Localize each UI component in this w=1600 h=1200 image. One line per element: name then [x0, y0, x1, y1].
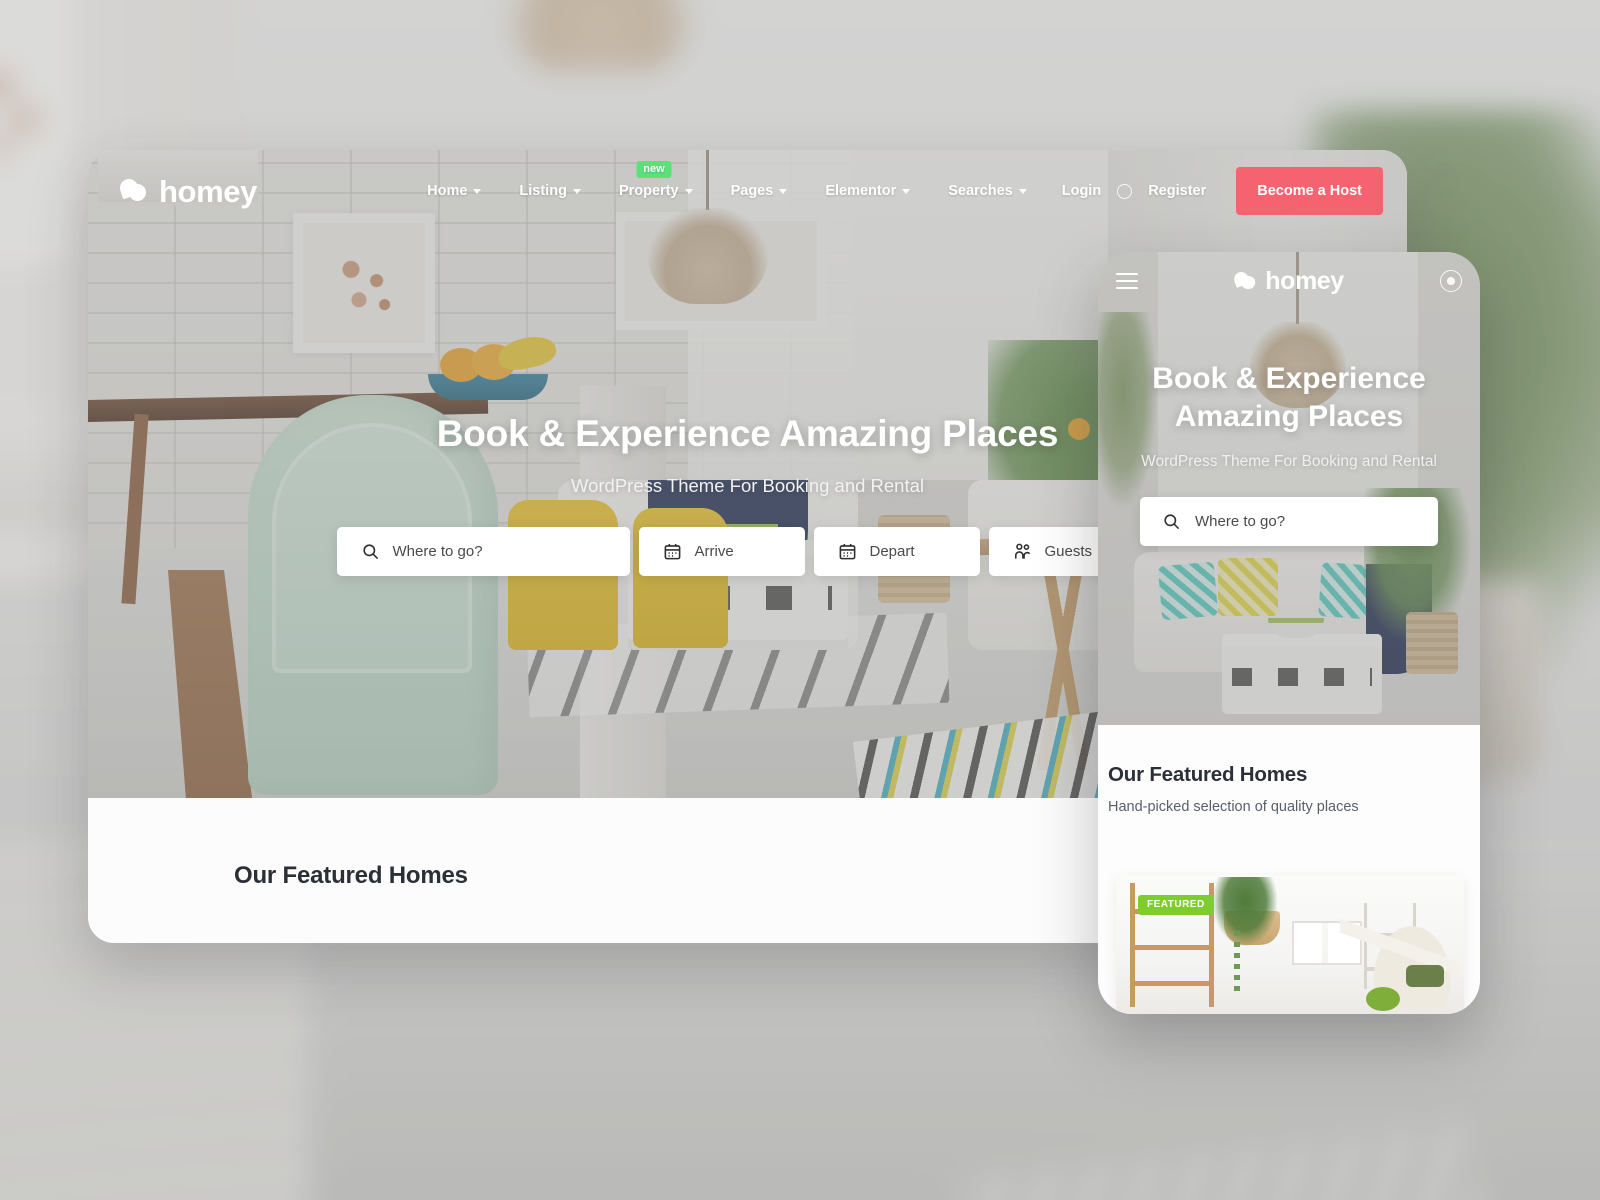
- desktop-hero-subtitle: WordPress Theme For Booking and Rental: [570, 474, 925, 496]
- auth-divider-circle-icon: [1117, 183, 1133, 199]
- nav-item-label: Property: [618, 183, 679, 199]
- search-icon: [362, 543, 378, 559]
- desktop-auth-group: Login Register Become a Host: [1046, 167, 1383, 215]
- mobile-hero-subtitle: WordPress Theme For Booking and Rental: [1141, 452, 1437, 470]
- desktop-logo[interactable]: homey: [117, 173, 257, 209]
- desktop-featured-heading: Our Featured Homes: [234, 862, 468, 889]
- chevron-down-icon: [572, 188, 581, 194]
- hamburger-menu-icon[interactable]: [1116, 273, 1138, 289]
- screenshot-stage: homey Home Listing new Property Pages El…: [0, 0, 1600, 1200]
- nav-item-searches[interactable]: Searches: [929, 183, 1046, 199]
- homey-leaf-logo-icon: [1232, 269, 1258, 292]
- mobile-navbar: homey: [1098, 252, 1480, 310]
- nav-item-home[interactable]: Home: [408, 183, 500, 199]
- search-icon: [1164, 514, 1180, 530]
- mobile-hero-content: Book & Experience Amazing Places WordPre…: [1098, 316, 1480, 547]
- mobile-preview-device: homey Book & Experience Amazing Places W…: [1098, 252, 1480, 1014]
- people-icon: [1014, 543, 1030, 559]
- chevron-down-icon: [779, 188, 788, 194]
- nav-item-label: Listing: [519, 183, 567, 199]
- search-arrive-placeholder: Arrive: [694, 542, 734, 560]
- desktop-search-bar: Where to go? Arrive Depart Guests: [336, 526, 1159, 576]
- desktop-navbar: homey Home Listing new Property Pages El…: [88, 150, 1407, 232]
- mobile-featured-subheading: Hand-picked selection of quality places: [1108, 799, 1359, 815]
- register-link[interactable]: Register: [1132, 183, 1222, 199]
- nav-item-label: Elementor: [825, 183, 897, 199]
- nav-item-property[interactable]: new Property: [600, 161, 712, 199]
- chevron-down-icon: [1018, 188, 1027, 194]
- logo-text: homey: [1265, 266, 1344, 295]
- mobile-featured-heading: Our Featured Homes: [1108, 763, 1308, 786]
- calendar-icon: [839, 543, 855, 559]
- search-where-field[interactable]: Where to go?: [336, 526, 630, 576]
- nav-badge-new: new: [636, 161, 672, 179]
- desktop-hero-title: Book & Experience Amazing Places: [436, 412, 1059, 454]
- mobile-search-where-field[interactable]: Where to go?: [1140, 497, 1438, 547]
- featured-property-card[interactable]: FEATURED: [1116, 875, 1464, 1014]
- search-guests-placeholder: Guests: [1044, 542, 1093, 560]
- chevron-down-icon: [684, 188, 693, 194]
- search-depart-field[interactable]: Depart: [813, 526, 980, 576]
- mobile-logo[interactable]: homey: [1232, 266, 1344, 295]
- nav-item-elementor[interactable]: Elementor: [806, 183, 929, 199]
- nav-item-listing[interactable]: Listing: [500, 183, 600, 199]
- mobile-hero-title: Book & Experience Amazing Places: [1152, 362, 1426, 434]
- nav-item-pages[interactable]: Pages: [712, 183, 807, 199]
- calendar-icon: [664, 543, 680, 559]
- nav-item-label: Pages: [730, 183, 774, 199]
- mobile-featured-section: Our Featured Homes Hand-picked selection…: [1098, 725, 1480, 1014]
- mobile-search-placeholder: Where to go?: [1195, 513, 1286, 531]
- search-arrive-field[interactable]: Arrive: [638, 526, 805, 576]
- search-where-placeholder: Where to go?: [392, 542, 483, 560]
- chevron-down-icon: [473, 188, 482, 194]
- featured-badge: FEATURED: [1138, 895, 1214, 915]
- nav-item-label: Searches: [948, 183, 1013, 199]
- nav-item-label: Home: [427, 183, 468, 199]
- desktop-main-menu: Home Listing new Property Pages Elemento…: [408, 161, 1383, 215]
- user-account-icon[interactable]: [1440, 270, 1462, 292]
- become-a-host-button[interactable]: Become a Host: [1236, 167, 1383, 215]
- chevron-down-icon: [902, 188, 911, 194]
- logo-text: homey: [159, 173, 257, 209]
- homey-leaf-logo-icon: [117, 176, 150, 204]
- login-link[interactable]: Login: [1046, 183, 1117, 199]
- search-depart-placeholder: Depart: [869, 542, 915, 560]
